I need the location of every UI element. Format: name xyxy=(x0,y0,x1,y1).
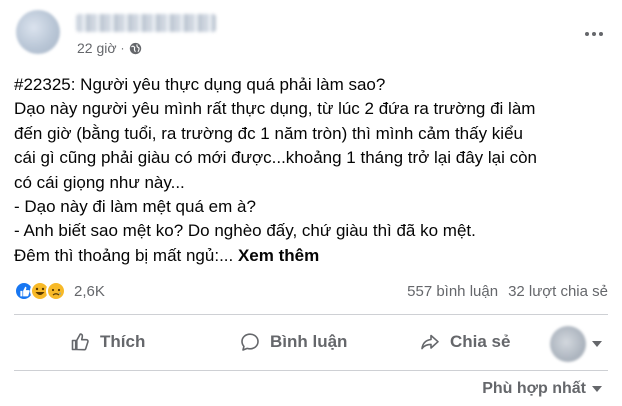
post-text-last-line: Đêm thì thoảng bị mất ngủ:... Xem thêm xyxy=(14,244,614,268)
post-text-line: - Dạo này đi làm mệt quá em à? xyxy=(14,197,256,217)
profile-switcher[interactable] xyxy=(550,326,602,362)
share-icon xyxy=(421,334,439,350)
post-actions: Thích Bình luận Chia sẻ xyxy=(14,318,608,366)
thumbs-up-icon xyxy=(71,333,89,351)
post-text-line: Đêm thì thoảng bị mất ngủ:... xyxy=(14,245,234,265)
post-text-line: có cái giọng như này... xyxy=(14,172,185,192)
facebook-post: 22 giờ · #22325: Người yêu thực dụng quá… xyxy=(0,0,622,406)
divider xyxy=(14,314,608,315)
engagement-counts: 557 bình luận 32 lượt chia sẻ xyxy=(407,283,608,300)
more-options-icon[interactable] xyxy=(582,24,606,44)
comment-button[interactable]: Bình luận xyxy=(232,326,355,358)
share-button[interactable]: Chia sẻ xyxy=(412,326,518,358)
divider xyxy=(14,370,608,371)
chevron-down-icon xyxy=(592,341,602,347)
post-header: 22 giờ · xyxy=(14,6,608,62)
post-text-line: Dạo này người yêu mình rất thực dụng, từ… xyxy=(14,99,536,119)
sort-label: Phù hợp nhất xyxy=(482,380,586,397)
meta-separator: · xyxy=(120,41,125,55)
profile-avatar xyxy=(550,326,586,362)
comment-label: Bình luận xyxy=(270,332,348,351)
post-time[interactable]: 22 giờ xyxy=(77,40,117,56)
author-name-blurred[interactable] xyxy=(76,14,216,32)
reaction-count[interactable]: 2,6K xyxy=(74,283,105,300)
post-text-line: cái gì cũng phải giàu có mới được...khoả… xyxy=(14,148,538,168)
author-avatar[interactable] xyxy=(16,10,60,54)
share-label: Chia sẻ xyxy=(450,332,511,351)
sad-icon xyxy=(46,281,66,301)
post-text-line: - Anh biết sao mệt ko? Do nghèo đấy, chứ… xyxy=(14,221,476,241)
post-content: #22325: Người yêu thực dụng quá phải làm… xyxy=(14,73,614,268)
reactions-summary[interactable] xyxy=(14,281,66,301)
globe-icon[interactable] xyxy=(129,42,142,55)
like-label: Thích xyxy=(100,332,146,351)
chevron-down-icon xyxy=(592,386,602,392)
see-more-link[interactable]: Xem thêm xyxy=(238,246,319,265)
post-text-line: đến giờ (bằng tuổi, ra trường đc 1 năm t… xyxy=(14,123,523,143)
post-meta: 22 giờ · xyxy=(77,40,142,56)
comment-count[interactable]: 557 bình luận xyxy=(407,283,498,300)
post-text-line: #22325: Người yêu thực dụng quá phải làm… xyxy=(14,75,386,94)
comment-icon xyxy=(241,333,259,351)
post-stats: 2,6K 557 bình luận 32 lượt chia sẻ xyxy=(14,279,608,303)
comment-sort-dropdown[interactable]: Phù hợp nhất xyxy=(482,380,602,398)
share-count[interactable]: 32 lượt chia sẻ xyxy=(508,283,608,300)
like-button[interactable]: Thích xyxy=(62,326,153,358)
